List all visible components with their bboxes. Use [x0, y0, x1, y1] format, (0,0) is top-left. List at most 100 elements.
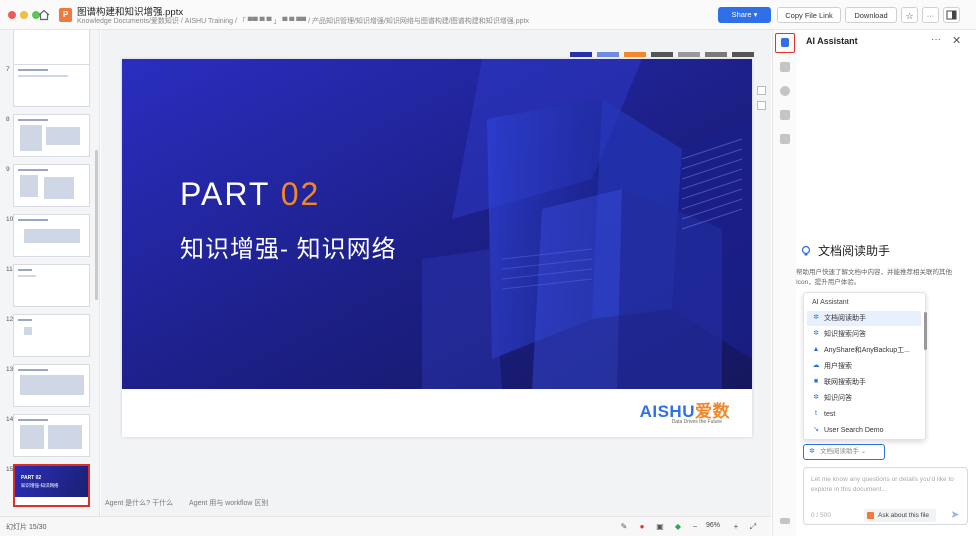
thumbnail-number: 11	[6, 266, 13, 273]
pptx-file-icon: P	[59, 8, 72, 22]
sparkle-icon: ✲	[813, 394, 819, 401]
panel-close-button[interactable]: ✕	[952, 34, 961, 47]
download-label: Download	[854, 11, 888, 20]
slide-thumbnail[interactable]	[13, 114, 90, 157]
notes-icon[interactable]	[757, 101, 766, 110]
lightbulb-icon	[801, 245, 811, 256]
more-options-button[interactable]: ···	[922, 7, 939, 23]
panel-toggle-icon[interactable]	[943, 7, 960, 23]
zoom-out-button[interactable]: −	[690, 522, 700, 532]
color-swatch	[651, 52, 673, 57]
copy-file-link-button[interactable]: Copy File Link	[777, 7, 841, 23]
current-slide[interactable]: PART 02 知识增强- 知识网络 AISHU爱数 Data Drives t…	[122, 59, 752, 437]
panel-more-button[interactable]: ···	[931, 34, 941, 45]
slide-thumbnail[interactable]	[13, 214, 90, 257]
slide-thumbnail[interactable]	[13, 64, 90, 107]
file-icon	[867, 512, 874, 519]
assistant-selector[interactable]: ✲ 文档阅读助手 ⌄	[803, 444, 885, 460]
thumbnail-subtitle: 知识增强-知识网络	[21, 483, 59, 488]
share-screen-icon[interactable]: ◆	[673, 522, 683, 532]
dropdown-item[interactable]: ↘ User Search Demo	[807, 423, 921, 438]
color-swatch	[705, 52, 727, 57]
cloud-icon: ☁	[812, 362, 820, 369]
slide-side-tools	[757, 86, 766, 116]
dropdown-item[interactable]: ▲ AnyShare和AnyBackup工...	[807, 343, 921, 358]
assistant-description: 帮助用户快速了解文档中内容，并能推荐相关联的其他Icon，提升用户体验。	[796, 269, 952, 286]
logo-tagline: Data Drives the Future	[671, 419, 722, 425]
input-placeholder: Let me know any questions or details you…	[811, 476, 954, 493]
page-count: 幻灯片 15/30	[6, 524, 47, 531]
slide-subtitle: 知识增强- 知识网络	[180, 236, 397, 263]
speaker-notes[interactable]: Agent 是什么? 干什么 Agent 用与 workflow 区别	[105, 498, 282, 508]
part-label: PART	[180, 176, 270, 212]
download-button[interactable]: Download	[845, 7, 897, 23]
notes-line: Agent 是什么? 干什么	[105, 500, 174, 507]
color-swatch	[597, 52, 619, 57]
char-count: 0 / 500	[811, 512, 831, 519]
comment-icon[interactable]	[757, 86, 766, 95]
ai-assistant-icon[interactable]	[775, 33, 795, 53]
slide-stage: PART 02 知识增强- 知识网络 AISHU爱数 Data Drives t…	[101, 30, 771, 516]
notes-line: Agent 用与 workflow 区别	[189, 500, 269, 507]
slide-thumbnail[interactable]	[13, 364, 90, 407]
slide-thumbnail[interactable]	[13, 30, 90, 65]
collapse-icon[interactable]	[780, 518, 790, 524]
color-swatch	[624, 52, 646, 57]
star-icon[interactable]: ☆	[901, 7, 918, 23]
arrow-icon: ↘	[813, 426, 819, 433]
send-icon[interactable]: ➤	[948, 508, 962, 522]
fit-screen-icon[interactable]: ⤢	[748, 522, 758, 532]
thumbnail-number: 9	[6, 166, 10, 173]
close-window-button[interactable]	[8, 11, 16, 19]
present-icon[interactable]: ▣	[655, 522, 665, 532]
thumbnail-title: PART 02	[21, 475, 42, 481]
slide-thumbnail[interactable]	[13, 414, 90, 457]
zoom-level[interactable]: 96%	[706, 522, 720, 529]
record-icon[interactable]: ●	[637, 522, 647, 532]
square-icon: ■	[813, 378, 819, 385]
breadcrumb[interactable]: Knowledge Documents/爱数知识 / AISHU Trainin…	[77, 16, 537, 26]
status-bar: 幻灯片 15/30 ✎ ● ▣ ◆ − 96% + ⤢	[0, 516, 771, 536]
dropdown-item[interactable]: ■ 联网搜索助手	[807, 375, 921, 390]
question-input[interactable]: Let me know any questions or details you…	[803, 467, 968, 525]
slide-thumbnail[interactable]	[13, 314, 90, 357]
info-icon[interactable]	[780, 86, 790, 96]
dropdown-header: AI Assistant	[812, 299, 849, 306]
dropdown-item[interactable]: t test	[807, 407, 921, 422]
thumbnail-number: 8	[6, 116, 10, 123]
panel-title: AI Assistant	[806, 36, 858, 46]
pen-icon[interactable]: ✎	[619, 522, 629, 532]
book-icon[interactable]	[780, 62, 790, 72]
title-bar: P 图谱构建和知识增强.pptx Knowledge Documents/爱数知…	[0, 0, 976, 30]
dropdown-item[interactable]: ☁ 用户搜索	[807, 359, 921, 374]
slide-thumbnail[interactable]	[13, 164, 90, 207]
thumbnail-scrollbar[interactable]	[95, 150, 98, 300]
dropdown-item[interactable]: ✲ 知识搜索问答	[807, 327, 921, 342]
copy-link-label: Copy File Link	[785, 11, 833, 20]
sparkle-icon: ✲	[813, 330, 819, 337]
slide-thumbnail-active[interactable]: PART 02 知识增强-知识网络	[13, 464, 90, 507]
assistant-dropdown[interactable]: AI Assistant ✲ 文档阅读助手 ✲ 知识搜索问答 ▲ AnyShare和A…	[803, 292, 927, 440]
dropdown-scrollbar[interactable]	[924, 312, 927, 350]
slide-thumbnail-pane[interactable]: 7 8 9 10 11 12 13 14 15 PART 02 知识增强-知识网…	[0, 30, 100, 516]
minimize-window-button[interactable]	[20, 11, 28, 19]
slide-thumbnail[interactable]	[13, 264, 90, 307]
thumbs-up-icon[interactable]	[780, 134, 790, 144]
share-button[interactable]: Share ▾	[718, 7, 771, 23]
chat-icon[interactable]	[780, 110, 790, 120]
thumbnail-number: 7	[6, 66, 10, 73]
slide-background-graphic	[122, 59, 752, 389]
part-number: 02	[280, 176, 321, 212]
dropdown-item[interactable]: ✲ 知识问答	[807, 391, 921, 406]
assistant-heading: 文档阅读助手	[800, 242, 890, 259]
dropdown-item[interactable]: ✲ 文档阅读助手	[807, 311, 921, 326]
ask-about-file-button[interactable]: Ask about this file	[864, 509, 936, 522]
zoom-in-button[interactable]: +	[731, 522, 741, 532]
color-swatch	[732, 52, 754, 57]
home-icon[interactable]	[38, 9, 50, 21]
triangle-icon: ▲	[812, 346, 820, 353]
ai-assistant-panel: AI Assistant ··· ✕ 文档阅读助手 帮助用户快速了解文档中内容，…	[796, 30, 976, 536]
text-icon: t	[815, 410, 817, 417]
sparkle-icon: ✲	[809, 448, 815, 455]
sparkle-icon: ✲	[813, 314, 819, 321]
